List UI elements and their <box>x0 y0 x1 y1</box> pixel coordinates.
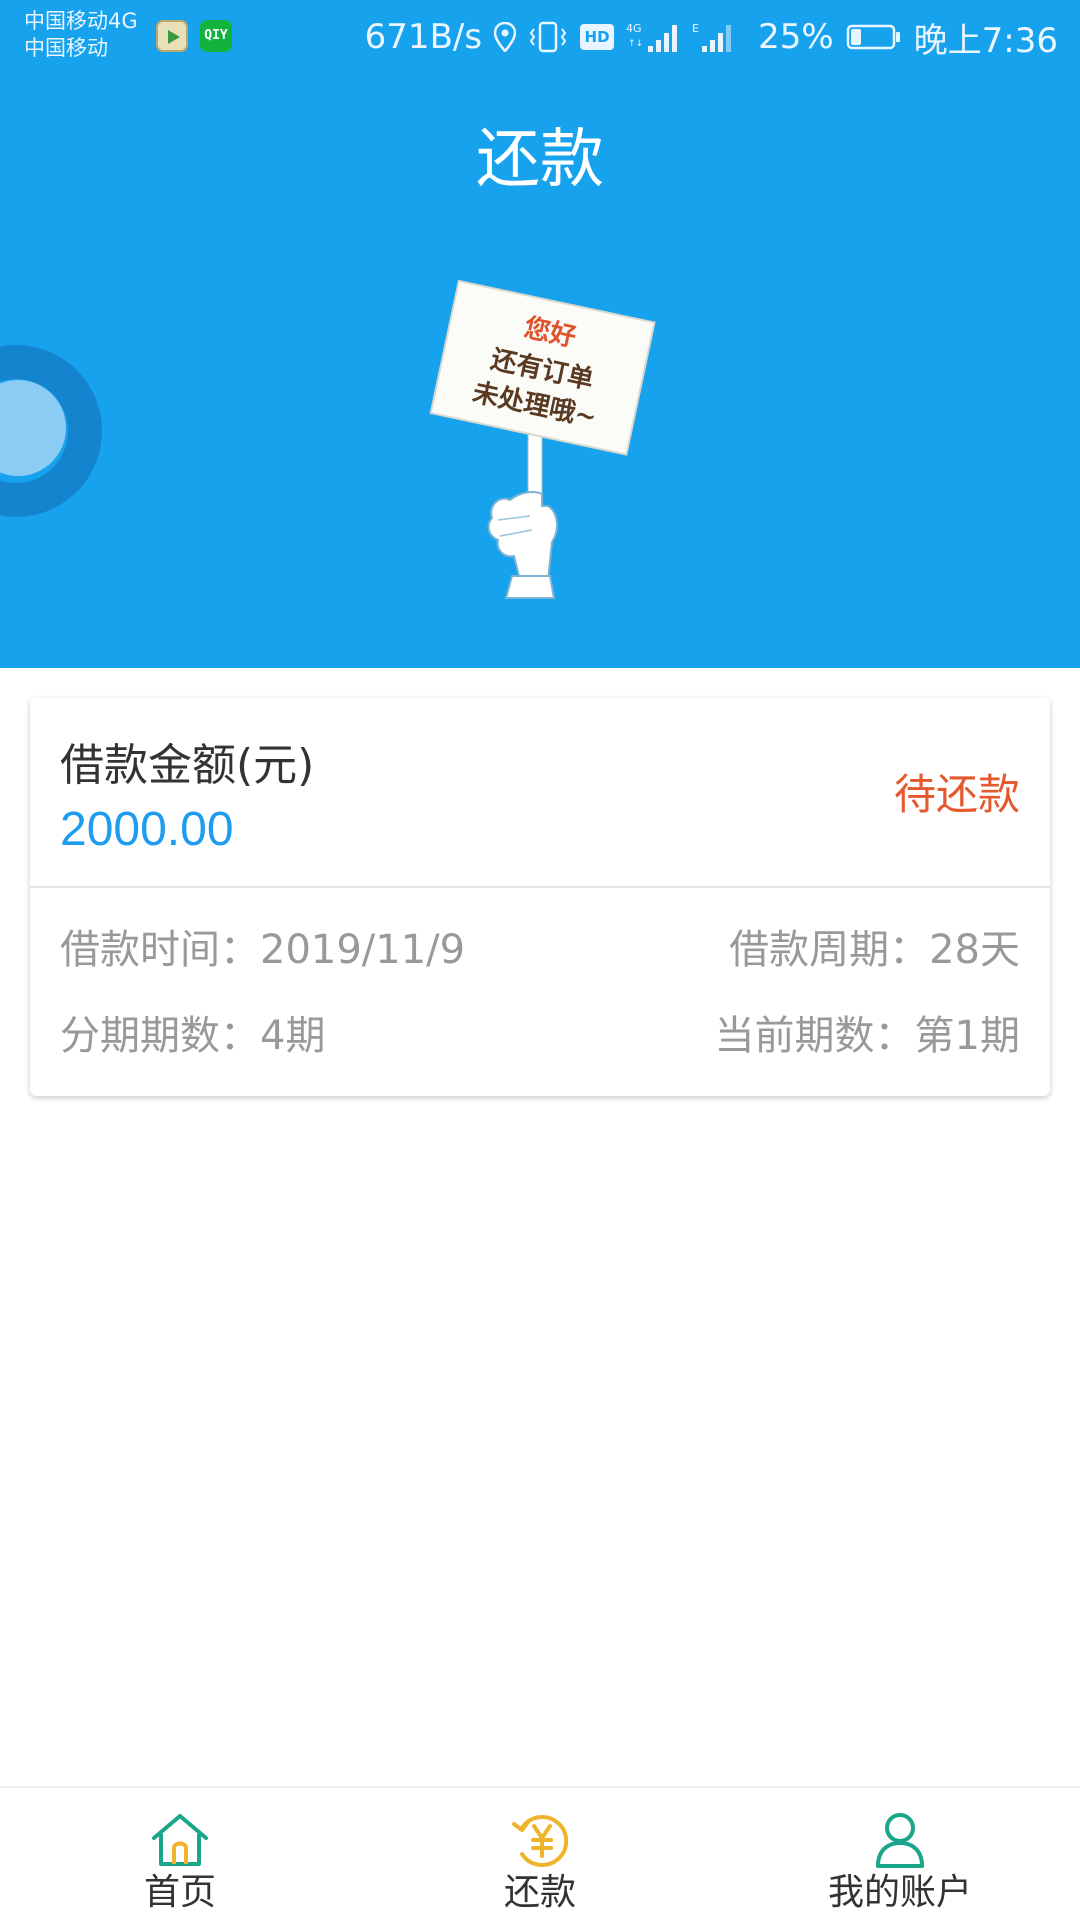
hand-holding-sign-illustration: 您好 还有订单 未处理哦~ <box>429 280 656 599</box>
header: 中国移动4G 中国移动 QIY 671B/s HD 4G ↑↓ E 25% 晚上… <box>0 0 1080 668</box>
nav-item-home[interactable]: 首页 <box>0 1788 360 1920</box>
iqiyi-icon: QIY <box>200 20 232 52</box>
video-app-icon <box>156 20 188 52</box>
signal-e-icon: E <box>692 22 732 52</box>
user-icon <box>876 1813 924 1868</box>
signal-4g-icon: 4G ↑↓ <box>626 22 678 52</box>
svg-text:4G: 4G <box>626 22 642 35</box>
borrow-time-label: 借款时间： <box>60 927 260 973</box>
repay-yen-icon <box>512 1815 569 1867</box>
info-row-2: 分期期数：4期 当前期数：第1期 <box>60 1008 1020 1064</box>
amount-label: 借款金额(元) <box>60 740 315 791</box>
clock: 晚上7:36 <box>913 20 1058 61</box>
carrier-line-2: 中国移动 <box>24 36 108 60</box>
battery-percent: 25% <box>758 17 834 57</box>
battery-icon <box>846 24 900 50</box>
installments-value: 4期 <box>260 1013 326 1059</box>
bottom-nav: 首页 还款 我的账户 <box>0 1786 1080 1920</box>
current-installment-value: 第1期 <box>914 1013 1020 1059</box>
nav-label-home: 首页 <box>143 1872 216 1913</box>
borrow-period-value: 28天 <box>929 927 1020 973</box>
svg-text:E: E <box>692 22 699 35</box>
info-row-1: 借款时间：2019/11/9 借款周期：28天 <box>60 922 1020 978</box>
nav-item-account[interactable]: 我的账户 <box>720 1788 1080 1920</box>
home-icon <box>152 1814 208 1866</box>
borrow-period-label: 借款周期： <box>729 927 930 973</box>
vibrate-icon <box>529 21 567 53</box>
current-installment-label: 当前期数： <box>714 1013 915 1059</box>
svg-text:↑↓: ↑↓ <box>628 39 643 49</box>
borrow-time: 借款时间：2019/11/9 <box>60 922 465 978</box>
carrier-info: 中国移动4G 中国移动 <box>24 8 138 62</box>
status-indicators: 671B/s HD 4G ↑↓ E 25% 晚上7:36 <box>364 14 1058 61</box>
net-speed: 671B/s <box>364 17 483 57</box>
loan-summary: 借款金额(元) 2000.00 待还款 <box>30 698 1050 888</box>
status-badge: 待还款 <box>893 770 1020 819</box>
borrow-period: 借款周期：28天 <box>729 922 1020 978</box>
nav-label-account: 我的账户 <box>827 1872 972 1913</box>
nav-label-repay: 还款 <box>503 1872 576 1913</box>
carrier-line-1: 中国移动4G <box>24 9 138 33</box>
loan-card[interactable]: 借款金额(元) 2000.00 待还款 借款时间：2019/11/9 借款周期：… <box>30 698 1050 1096</box>
location-icon <box>494 22 517 52</box>
nav-item-repay[interactable]: 还款 <box>360 1788 720 1920</box>
current-installment: 当前期数：第1期 <box>715 1008 1020 1064</box>
page-title: 还款 <box>476 123 604 197</box>
amount-value: 2000.00 <box>60 803 234 856</box>
installments-label: 分期期数： <box>60 1013 260 1059</box>
borrow-time-value: 2019/11/9 <box>260 927 466 973</box>
installments: 分期期数：4期 <box>60 1008 325 1064</box>
status-bar: 中国移动4G 中国移动 QIY 671B/s HD 4G ↑↓ E 25% 晚上… <box>0 0 1080 80</box>
hd-icon: HD <box>580 24 615 50</box>
